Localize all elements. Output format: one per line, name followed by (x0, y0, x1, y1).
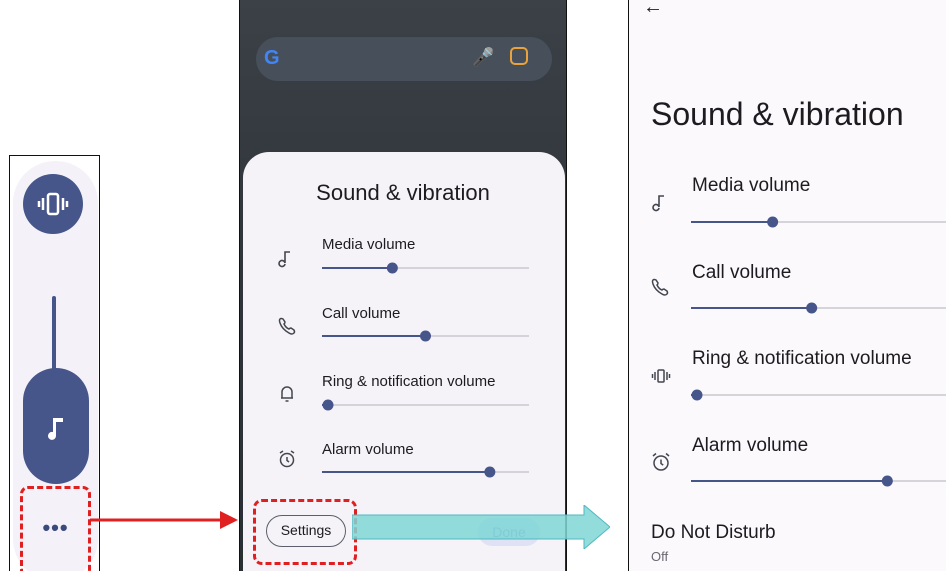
vibrate-icon (37, 192, 69, 216)
alarm-clock-icon (279, 450, 295, 468)
call-volume-label: Call volume (692, 262, 792, 283)
do-not-disturb-item[interactable]: Do Not Disturb (651, 522, 776, 544)
alarm-volume-label: Alarm volume (692, 435, 809, 456)
slider-thumb[interactable] (806, 302, 818, 314)
volume-slider[interactable] (23, 368, 89, 484)
slider-thumb[interactable] (386, 262, 398, 274)
call-volume-slider[interactable] (322, 326, 529, 346)
ring-volume-label: Ring & notification volume (692, 348, 912, 369)
media-volume-slider[interactable] (691, 212, 946, 232)
back-arrow-icon[interactable]: ← (643, 0, 663, 19)
alarm-volume-slider[interactable] (691, 471, 946, 491)
cyan-arrow (352, 505, 610, 549)
ring-volume-label: Ring & notification volume (322, 373, 496, 390)
media-volume-label: Media volume (692, 175, 811, 196)
sheet-title: Sound & vibration (316, 180, 490, 205)
settings-page: ← Sound & vibration Media volume Call vo… (628, 0, 946, 571)
volume-panel-collapsed: ••• (9, 155, 100, 571)
ring-volume-slider[interactable] (322, 395, 529, 415)
vibrate-icon (651, 369, 671, 383)
slider-thumb[interactable] (767, 216, 779, 228)
phone-icon (278, 317, 296, 335)
slider-thumb[interactable] (881, 475, 893, 487)
slider-thumb[interactable] (691, 389, 703, 401)
music-note-icon (278, 251, 290, 268)
do-not-disturb-status: Off (651, 549, 669, 564)
media-volume-slider[interactable] (322, 258, 529, 278)
alarm-clock-icon (652, 452, 670, 471)
lens-icon[interactable] (510, 47, 528, 65)
ring-volume-slider[interactable] (691, 385, 946, 405)
alarm-volume-slider[interactable] (322, 462, 529, 482)
google-logo: G (264, 47, 280, 69)
slider-thumb[interactable] (484, 466, 496, 478)
ringer-mode-button[interactable] (23, 174, 83, 234)
phone-icon (651, 278, 669, 296)
alarm-volume-label: Alarm volume (322, 441, 414, 458)
music-note-icon (652, 195, 664, 212)
call-volume-slider[interactable] (691, 298, 946, 318)
mic-icon[interactable]: 🎤 (472, 47, 494, 68)
music-note-icon (48, 418, 63, 440)
slider-thumb[interactable] (322, 399, 334, 411)
more-options-highlight: ••• (20, 486, 91, 571)
red-arrow (90, 511, 238, 529)
call-volume-label: Call volume (322, 305, 401, 322)
media-volume-label: Media volume (322, 236, 416, 253)
settings-button[interactable]: Settings (266, 515, 346, 547)
more-options-button[interactable]: ••• (23, 515, 88, 541)
search-bar[interactable] (256, 37, 552, 81)
bell-icon (281, 386, 293, 402)
sound-sheet-panel: G 🎤 Sound & vibration Media volume Call … (239, 0, 567, 571)
slider-thumb[interactable] (420, 330, 431, 342)
page-title: Sound & vibration (651, 96, 904, 132)
